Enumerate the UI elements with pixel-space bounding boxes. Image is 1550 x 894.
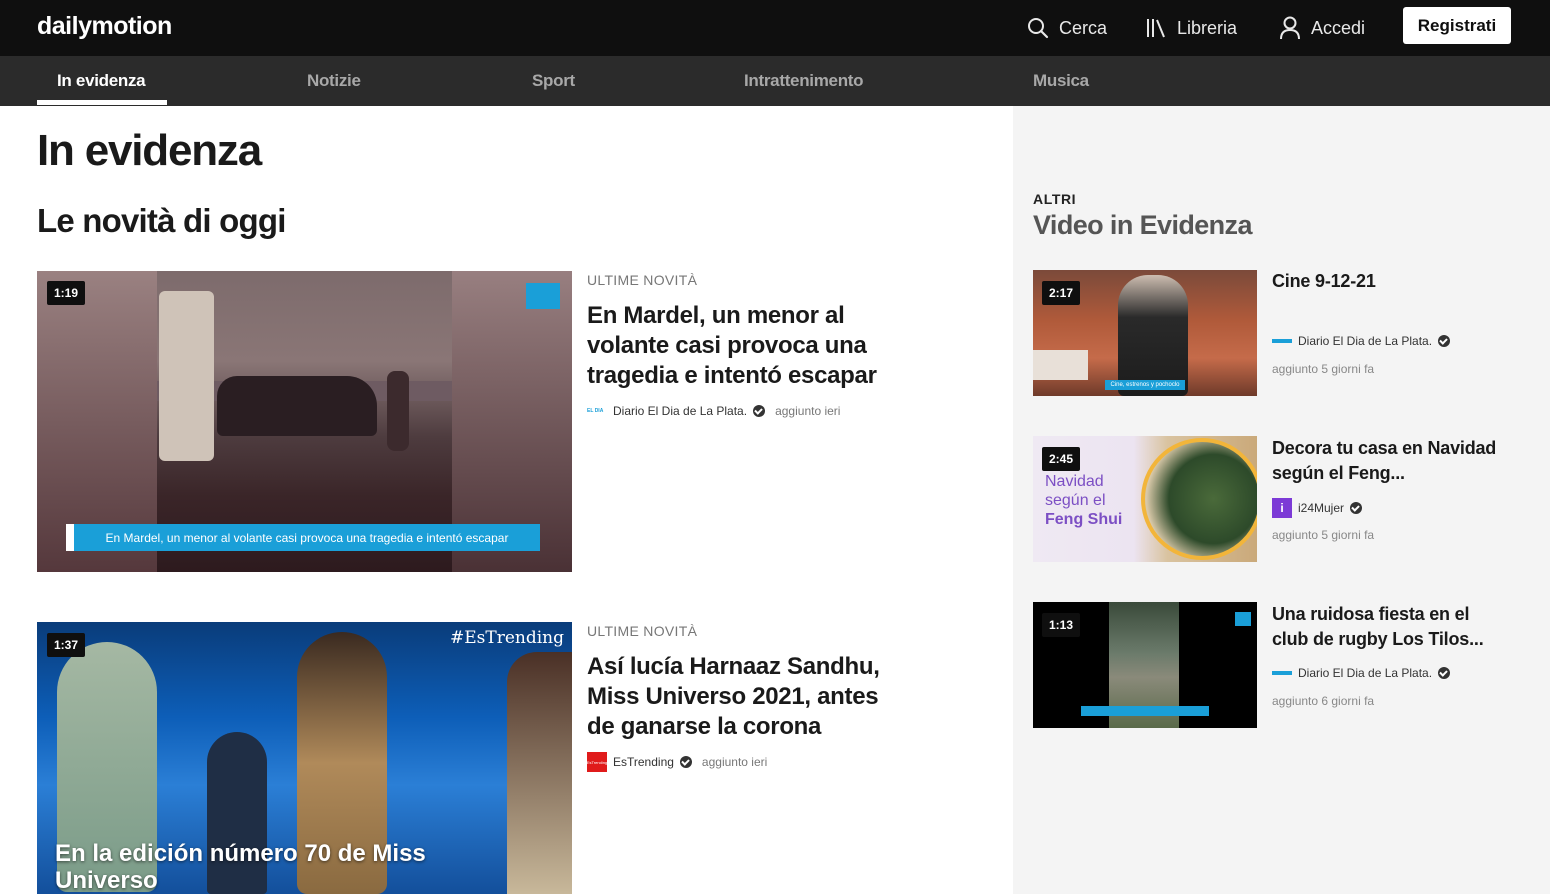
section-title: Le novità di oggi: [37, 202, 286, 239]
verified-icon: [753, 405, 766, 417]
added-time: aggiunto ieri: [701, 755, 768, 769]
category-nav: In evidenza Notizie Sport Intratteniment…: [0, 56, 1550, 106]
channel-logo: [1272, 671, 1292, 675]
library-label: Libreria: [1177, 17, 1238, 38]
verified-icon: [1438, 335, 1451, 347]
video-thumbnail[interactable]: 1:19 En Mardel, un menor al volante casi…: [37, 271, 572, 572]
thumb-text-line: Navidad: [1045, 473, 1104, 490]
ambulance-shape: [159, 291, 214, 461]
thumb-caption: Cine, estrenos y pochoclo: [1105, 380, 1185, 390]
channel-name[interactable]: Diario El Dia de La Plata.: [1298, 666, 1432, 680]
dailymotion-logo[interactable]: dailymotion: [37, 12, 172, 41]
video-caption: En la edición número 70 de Miss Universo: [55, 840, 426, 894]
channel-logo: EsTrending: [587, 752, 607, 772]
sidebar-title: Video in Evidenza: [1033, 210, 1252, 240]
library-button[interactable]: Libreria: [1145, 14, 1237, 42]
duration-badge: 2:17: [1042, 281, 1081, 305]
channel-logo: [1272, 339, 1292, 343]
video-category: ULTIME NOVITÀ: [587, 623, 698, 639]
contestant-shape: [507, 652, 572, 894]
channel-name[interactable]: Diario El Dia de La Plata.: [1298, 334, 1432, 348]
tab-intrattenimento[interactable]: Intrattenimento: [744, 56, 864, 106]
thumb-caption: [1081, 706, 1209, 716]
thumb-text-line: según el: [1045, 492, 1106, 509]
duration-badge: 1:13: [1042, 613, 1081, 637]
side-video-thumbnail[interactable]: Navidad según el Feng Shui 2:45: [1033, 436, 1257, 562]
channel-watermark: [1235, 612, 1251, 626]
signup-button[interactable]: Registrati: [1403, 7, 1511, 44]
search-button[interactable]: Cerca: [1027, 14, 1107, 42]
thumb-text: Navidad según el Feng Shui: [1045, 472, 1122, 529]
channel-logo: i: [1272, 498, 1292, 518]
side-video-meta: i i24Mujer: [1272, 498, 1363, 518]
car-shape: [217, 376, 377, 436]
channel-watermark: [526, 283, 560, 309]
page-title: In evidenza: [37, 126, 262, 175]
added-time: aggiunto ieri: [775, 404, 841, 418]
side-video-title[interactable]: Una ruidosa fiesta en el club de rugby L…: [1272, 602, 1502, 652]
video-caption: En Mardel, un menor al volante casi prov…: [66, 524, 540, 551]
side-video-title[interactable]: Cine 9-12-21: [1272, 269, 1502, 294]
channel-name[interactable]: i24Mujer: [1298, 501, 1344, 515]
side-video-thumbnail[interactable]: Cine, estrenos y pochoclo 2:17: [1033, 270, 1257, 396]
verified-icon: [1438, 667, 1451, 679]
person-shape: [387, 371, 409, 451]
tree-circle: [1141, 438, 1257, 560]
tab-notizie[interactable]: Notizie: [307, 56, 361, 106]
login-button[interactable]: Accedi: [1279, 14, 1365, 42]
search-label: Cerca: [1059, 17, 1108, 38]
channel-name[interactable]: Diario El Dia de La Plata.: [613, 404, 747, 418]
video-category: ULTIME NOVITÀ: [587, 272, 698, 288]
top-bar: dailymotion Cerca Libreria Accedi Regist…: [0, 0, 1550, 56]
verified-icon: [679, 756, 692, 768]
video-meta: EL DIA Diario El Dia de La Plata. aggiun…: [587, 404, 840, 418]
video-meta: EsTrending EsTrending aggiunto ieri: [587, 752, 767, 772]
person-shape: [1118, 275, 1188, 396]
duration-badge: 1:37: [47, 633, 86, 657]
side-video-title[interactable]: Decora tu casa en Navidad según el Feng.…: [1272, 436, 1502, 486]
added-time: aggiunto 5 giorni fa: [1272, 362, 1375, 376]
verified-icon: [1350, 502, 1363, 514]
search-icon: [1028, 18, 1049, 39]
channel-logo: EL DIA: [587, 408, 604, 414]
side-video-meta: Diario El Dia de La Plata.: [1272, 334, 1451, 348]
set-sign: [1033, 350, 1088, 380]
channel-name[interactable]: EsTrending: [613, 755, 674, 769]
added-time: aggiunto 6 giorni fa: [1272, 694, 1375, 708]
video-title[interactable]: Así lucía Harnaaz Sandhu, Miss Universo …: [587, 652, 907, 742]
duration-badge: 1:19: [47, 281, 86, 305]
active-tab-indicator: [37, 100, 167, 105]
side-video-thumbnail[interactable]: 1:13: [1033, 602, 1257, 728]
side-video-meta: Diario El Dia de La Plata.: [1272, 666, 1451, 680]
duration-badge: 2:45: [1042, 447, 1081, 471]
added-time: aggiunto 5 giorni fa: [1272, 528, 1375, 542]
login-label: Accedi: [1311, 17, 1366, 38]
video-title[interactable]: En Mardel, un menor al volante casi prov…: [587, 301, 907, 391]
tab-in-evidenza[interactable]: In evidenza: [57, 56, 146, 106]
watermark: #EsTrending: [449, 628, 564, 648]
library-icon: [1147, 19, 1165, 38]
tab-sport[interactable]: Sport: [532, 56, 575, 106]
sidebar-kicker: ALTRI: [1033, 191, 1077, 207]
video-thumbnail[interactable]: #EsTrending 1:37 En la edición número 70…: [37, 622, 572, 894]
user-icon: [1280, 16, 1300, 40]
tab-musica[interactable]: Musica: [1033, 56, 1089, 106]
thumb-text-line: Feng Shui: [1045, 511, 1123, 528]
